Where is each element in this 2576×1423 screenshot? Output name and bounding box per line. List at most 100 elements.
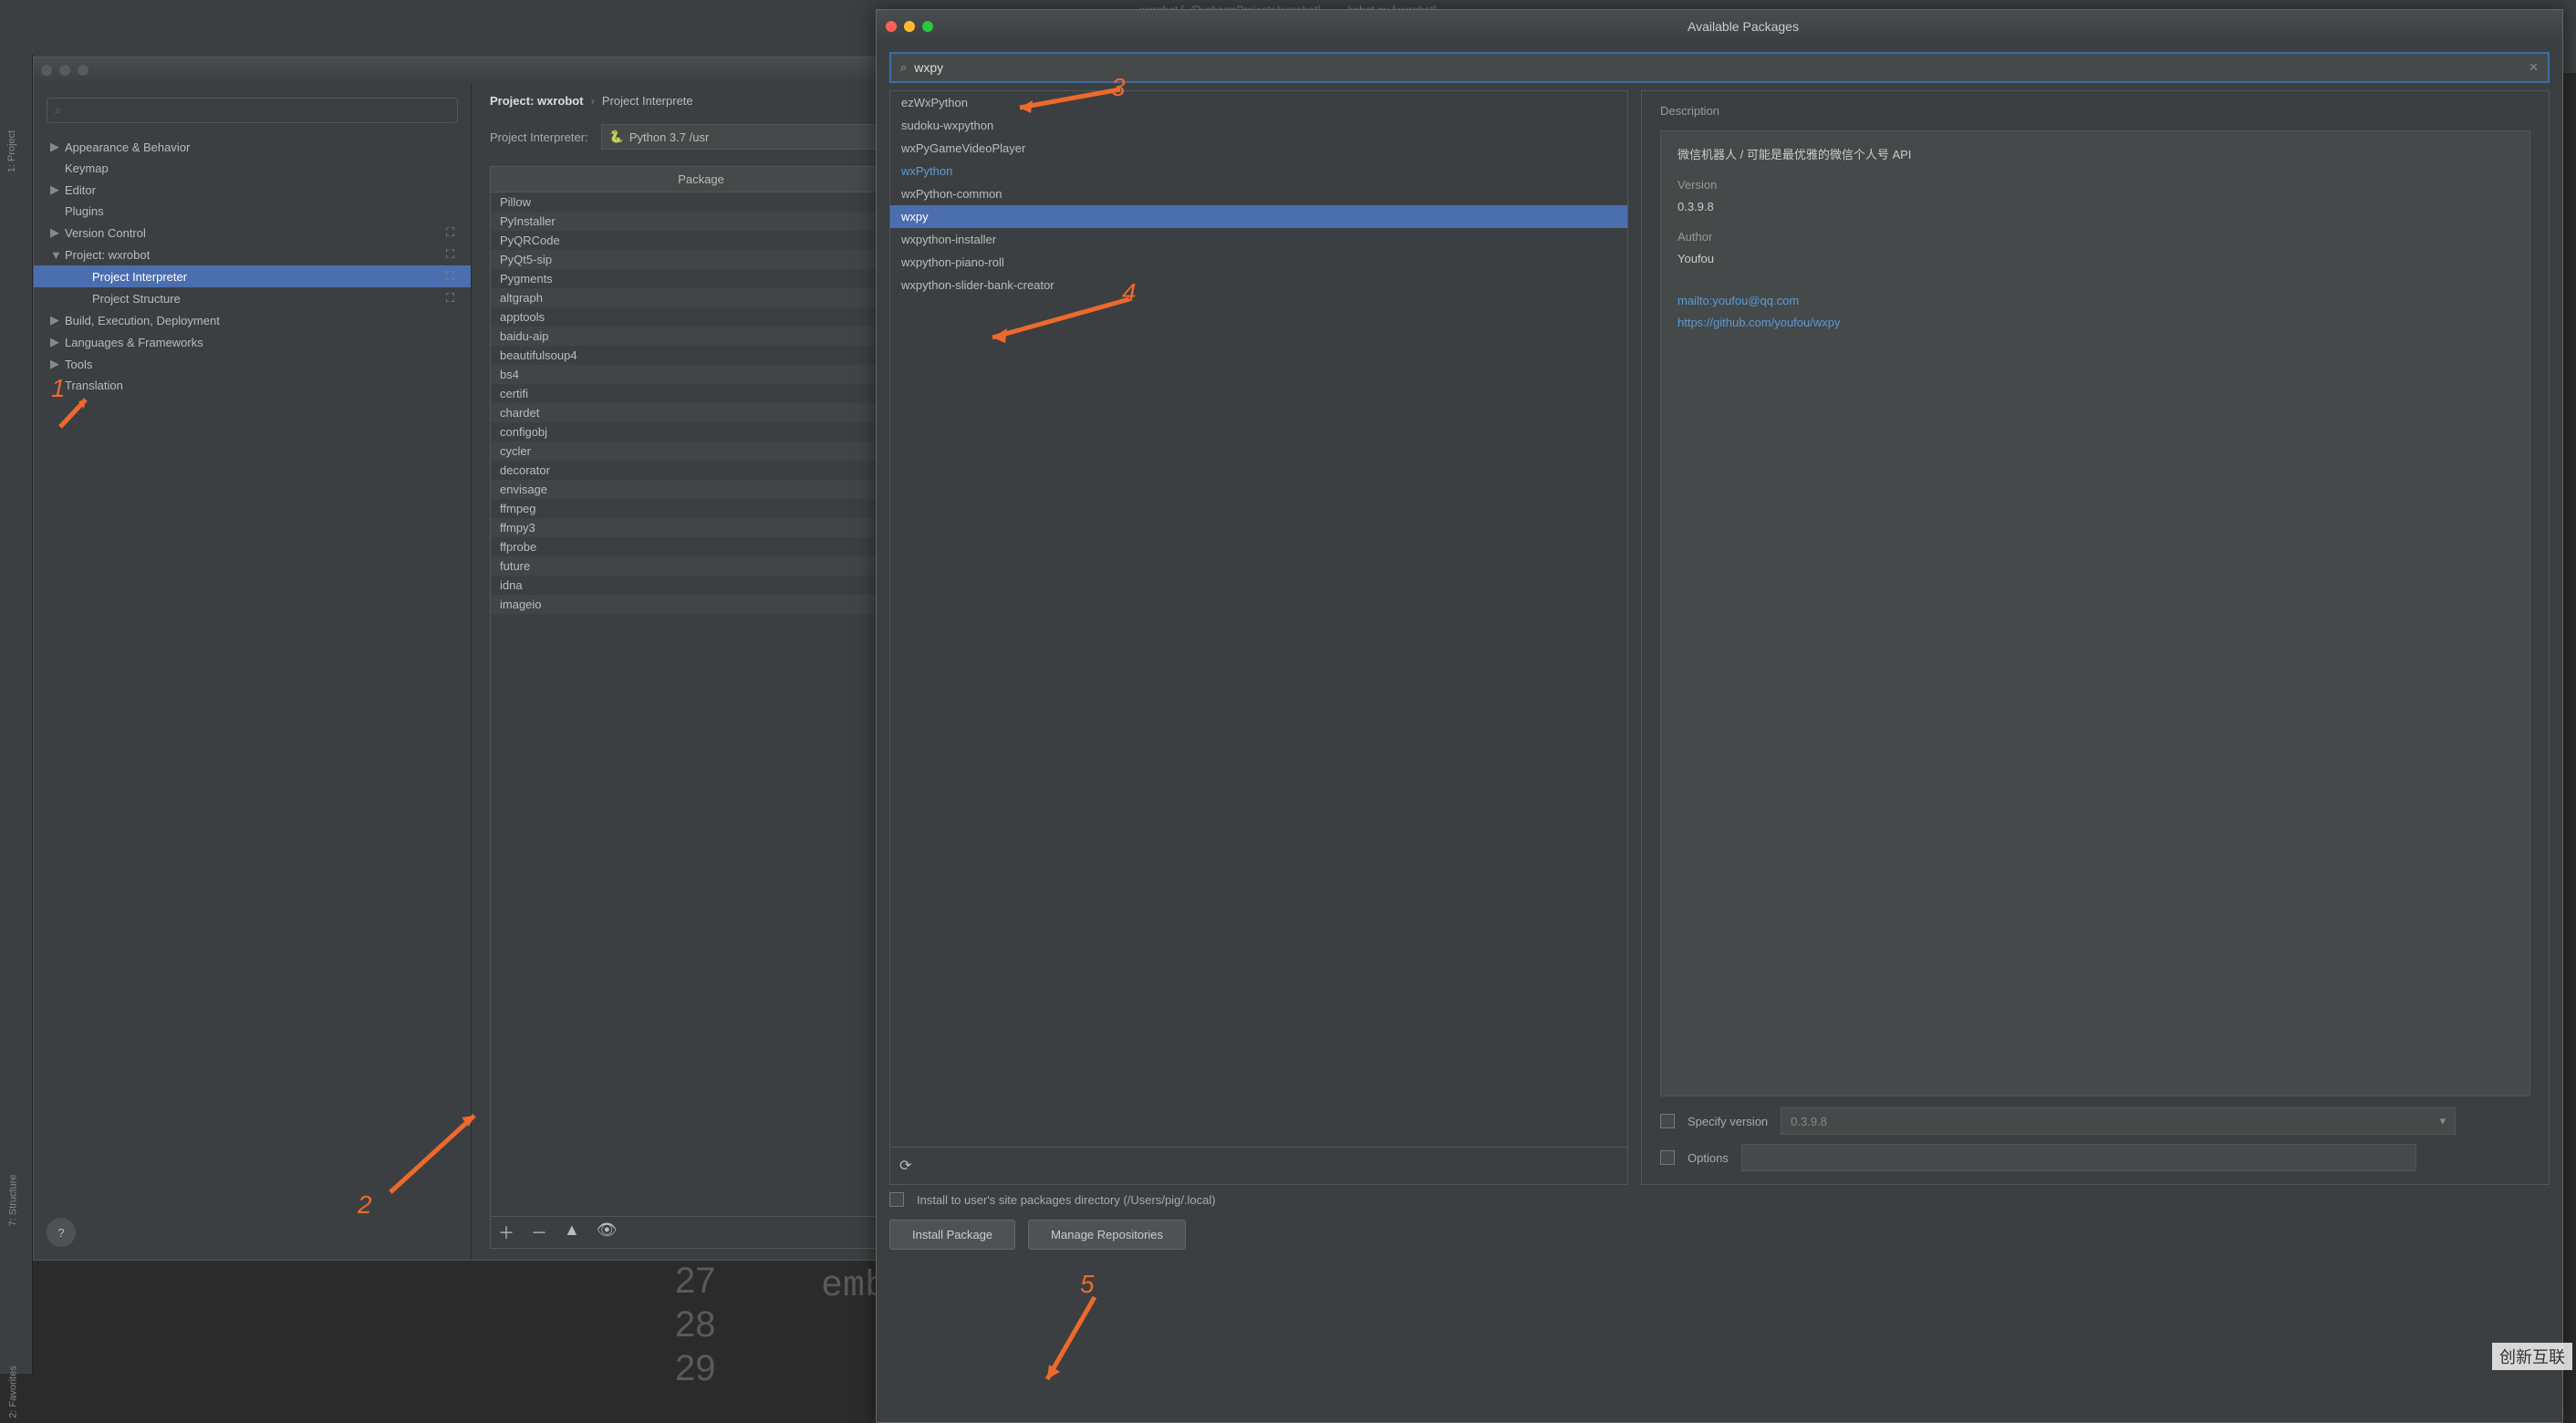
config-scope-icon: ⛶ bbox=[446, 225, 454, 240]
settings-tree-keymap[interactable]: Keymap bbox=[34, 158, 471, 179]
install-package-button[interactable]: Install Package bbox=[889, 1220, 1015, 1250]
search-icon: ⌕ bbox=[55, 103, 61, 118]
package-description-panel: Description 微信机器人 / 可能是最优雅的微信个人号 API Ver… bbox=[1641, 90, 2550, 1185]
mailto-link[interactable]: mailto:youfou@qq.com bbox=[1678, 290, 2513, 311]
settings-tree-plugins[interactable]: Plugins bbox=[34, 201, 471, 222]
package-row[interactable]: Pygments bbox=[491, 269, 911, 288]
config-scope-icon: ⛶ bbox=[446, 247, 454, 262]
show-early-releases-button[interactable]: 👁 bbox=[597, 1220, 618, 1244]
breadcrumb: Project: wxrobot›Project Interprete bbox=[490, 94, 912, 108]
interpreter-select[interactable]: 🐍 Python 3.7 /usr bbox=[601, 124, 912, 150]
package-row[interactable]: decorator bbox=[491, 461, 911, 480]
available-packages-dialog: Available Packages ⌕ ✕ ezWxPythonsudoku-… bbox=[876, 9, 2563, 1423]
package-toolbar: ＋ － ▲ 👁 bbox=[491, 1216, 911, 1248]
packages-dialog-title: Available Packages bbox=[933, 19, 2553, 34]
settings-tree-tools[interactable]: ▶Tools bbox=[34, 353, 471, 375]
package-author: Youfou bbox=[1678, 248, 2513, 269]
settings-tree-project-structure[interactable]: Project Structure⛶ bbox=[34, 287, 471, 309]
version-label: Version bbox=[1678, 174, 2513, 195]
package-row[interactable]: baidu-aip bbox=[491, 327, 911, 346]
settings-tree-version-control[interactable]: ▶Version Control⛶ bbox=[34, 222, 471, 244]
options-label: Options bbox=[1688, 1151, 1729, 1165]
search-result-wxpy[interactable]: wxpy bbox=[890, 205, 1627, 228]
description-label: Description bbox=[1660, 104, 2530, 118]
package-row[interactable]: PyInstaller bbox=[491, 212, 911, 231]
settings-titlebar bbox=[34, 57, 930, 83]
package-table: Package PillowPyInstallerPyQRCodePyQt5-s… bbox=[490, 166, 912, 1249]
settings-tree-build-execution-deployment[interactable]: ▶Build, Execution, Deployment bbox=[34, 309, 471, 331]
specify-version-label: Specify version bbox=[1688, 1115, 1768, 1128]
settings-sidebar: ⌕ ▶Appearance & BehaviorKeymap▶EditorPlu… bbox=[34, 83, 472, 1260]
package-row[interactable]: Pillow bbox=[491, 192, 911, 212]
package-row[interactable]: PyQRCode bbox=[491, 231, 911, 250]
package-row[interactable]: apptools bbox=[491, 307, 911, 327]
chevron-down-icon: ▾ bbox=[2440, 1114, 2446, 1128]
settings-tree-translation[interactable]: Translation bbox=[34, 375, 471, 396]
package-row[interactable]: bs4 bbox=[491, 365, 911, 384]
author-label: Author bbox=[1678, 226, 2513, 247]
package-search-input[interactable]: ⌕ ✕ bbox=[889, 52, 2550, 83]
version-select[interactable]: 0.3.9.8 ▾ bbox=[1781, 1107, 2456, 1135]
config-scope-icon: ⛶ bbox=[446, 291, 454, 306]
packages-titlebar: Available Packages bbox=[877, 10, 2562, 43]
package-row[interactable]: ffprobe bbox=[491, 537, 911, 556]
package-row[interactable]: configobj bbox=[491, 422, 911, 441]
package-row[interactable]: beautifulsoup4 bbox=[491, 346, 911, 365]
search-result-ezwxpython[interactable]: ezWxPython bbox=[890, 91, 1627, 114]
package-column-header[interactable]: Package bbox=[491, 167, 911, 192]
settings-tree-project-wxrobot[interactable]: ▼Project: wxrobot⛶ bbox=[34, 244, 471, 265]
search-results-list: ezWxPythonsudoku-wxpythonwxPyGameVideoPl… bbox=[889, 90, 1628, 1185]
package-summary: 微信机器人 / 可能是最优雅的微信个人号 API bbox=[1678, 144, 2513, 165]
package-row[interactable]: altgraph bbox=[491, 288, 911, 307]
ide-left-gutter: 1: Project 7: Structure 2: Favorites bbox=[0, 55, 33, 1374]
settings-main-panel: Project: wxrobot›Project Interprete Proj… bbox=[472, 83, 930, 1260]
package-row[interactable]: ffmpy3 bbox=[491, 518, 911, 537]
add-package-button[interactable]: ＋ bbox=[498, 1220, 514, 1244]
package-row[interactable]: PyQt5-sip bbox=[491, 250, 911, 269]
settings-search-input[interactable]: ⌕ bbox=[47, 98, 458, 123]
options-checkbox[interactable] bbox=[1660, 1150, 1675, 1165]
editor-line-numbers: 27 28 29 bbox=[675, 1259, 716, 1390]
search-result-wxpython-installer[interactable]: wxpython-installer bbox=[890, 228, 1627, 251]
search-result-wxpython[interactable]: wxPython bbox=[890, 160, 1627, 182]
help-button[interactable]: ? bbox=[47, 1218, 76, 1247]
config-scope-icon: ⛶ bbox=[446, 269, 454, 284]
settings-tree-languages-frameworks[interactable]: ▶Languages & Frameworks bbox=[34, 331, 471, 353]
package-row[interactable]: imageio bbox=[491, 595, 911, 614]
package-version: 0.3.9.8 bbox=[1678, 196, 2513, 217]
user-site-label: Install to user's site packages director… bbox=[917, 1193, 1216, 1207]
package-row[interactable]: cycler bbox=[491, 441, 911, 461]
watermark: 创新互联 bbox=[2492, 1343, 2572, 1370]
traffic-lights[interactable] bbox=[886, 21, 933, 32]
search-result-sudoku-wxpython[interactable]: sudoku-wxpython bbox=[890, 114, 1627, 137]
refresh-icon[interactable]: ⟳ bbox=[899, 1158, 911, 1174]
sidebar-tab-structure[interactable]: 7: Structure bbox=[7, 1175, 18, 1227]
package-row[interactable]: future bbox=[491, 556, 911, 576]
search-result-wxpython-common[interactable]: wxPython-common bbox=[890, 182, 1627, 205]
settings-tree-project-interpreter[interactable]: Project Interpreter⛶ bbox=[34, 265, 471, 287]
package-row[interactable]: certifi bbox=[491, 384, 911, 403]
search-result-wxpython-piano-roll[interactable]: wxpython-piano-roll bbox=[890, 251, 1627, 274]
settings-dialog: ⌕ ▶Appearance & BehaviorKeymap▶EditorPlu… bbox=[33, 57, 931, 1261]
remove-package-button[interactable]: － bbox=[531, 1220, 547, 1244]
homepage-link[interactable]: https://github.com/youfou/wxpy bbox=[1678, 312, 2513, 333]
search-result-wxpygamevideoplayer[interactable]: wxPyGameVideoPlayer bbox=[890, 137, 1627, 160]
description-body: 微信机器人 / 可能是最优雅的微信个人号 API Version 0.3.9.8… bbox=[1660, 130, 2530, 1096]
options-input[interactable] bbox=[1741, 1144, 2416, 1171]
package-row[interactable]: ffmpeg bbox=[491, 499, 911, 518]
settings-tree-appearance-behavior[interactable]: ▶Appearance & Behavior bbox=[34, 136, 471, 158]
traffic-lights[interactable] bbox=[41, 65, 88, 76]
sidebar-tab-project[interactable]: 1: Project bbox=[6, 130, 17, 172]
clear-search-icon[interactable]: ✕ bbox=[2529, 60, 2539, 75]
interpreter-label: Project Interpreter: bbox=[490, 130, 588, 144]
search-icon: ⌕ bbox=[900, 60, 907, 75]
specify-version-checkbox[interactable] bbox=[1660, 1114, 1675, 1128]
manage-repositories-button[interactable]: Manage Repositories bbox=[1028, 1220, 1186, 1250]
package-row[interactable]: envisage bbox=[491, 480, 911, 499]
upgrade-package-button[interactable]: ▲ bbox=[564, 1220, 580, 1244]
package-row[interactable]: idna bbox=[491, 576, 911, 595]
user-site-checkbox[interactable] bbox=[889, 1192, 904, 1207]
settings-tree-editor[interactable]: ▶Editor bbox=[34, 179, 471, 201]
python-icon: 🐍 bbox=[609, 130, 624, 144]
package-row[interactable]: chardet bbox=[491, 403, 911, 422]
